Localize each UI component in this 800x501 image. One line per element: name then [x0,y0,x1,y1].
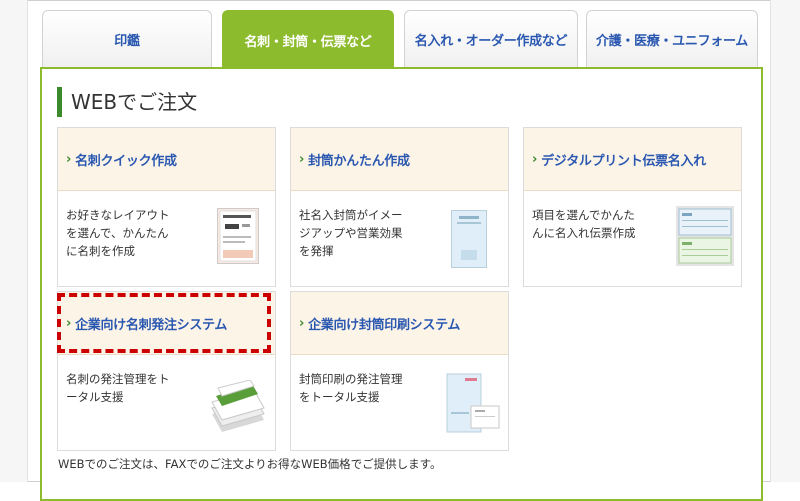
tab-naire-order[interactable]: 名入れ・オーダー作成など [404,10,578,67]
tab-meishi-futo-denpyo[interactable]: 名刺・封筒・伝票など [222,10,394,69]
tab-label: 名刺・封筒・伝票など [244,34,372,50]
card-header[interactable]: › 封筒かんたん作成 [291,128,508,191]
card-description: 社名入封筒がイメー ジアップや営業効果 を発揮 [299,208,403,258]
card-description: 封筒印刷の発注管理 をトータル支援 [299,372,403,404]
card-description: お好きなレイアウト を選んで、かんたん に名刺を作成 [66,208,170,258]
card-header[interactable]: › 名刺クイック作成 [58,128,275,191]
card-title[interactable]: デジタルプリント伝票名入れ [541,150,706,169]
card-title[interactable]: 企業向け封筒印刷システム [308,314,460,333]
card-kigyo-futo-insatsu[interactable]: › 企業向け封筒印刷システム 封筒印刷の発注管理 をトータル支援 [290,291,509,451]
footer-note: WEBでのご注文は、FAXでのご注文よりお得なWEB価格でご提供します。 [58,457,442,471]
tab-label: 印鑑 [114,33,140,49]
chevron-right-icon: › [66,151,72,167]
tab-kaigo-iryo-uniform[interactable]: 介護・医療・ユニフォーム [586,10,758,67]
card-stack-thumbnail [208,379,268,436]
card-digital-print-denpyo[interactable]: › デジタルプリント伝票名入れ 項目を選んでかんた んに名入れ伝票作成 [523,127,742,287]
slip-thumbnail [676,206,734,270]
chevron-right-icon: › [532,151,538,167]
envelope-set-thumbnail [445,372,501,438]
card-header[interactable]: › デジタルプリント伝票名入れ [524,128,741,191]
left-gutter [0,0,28,482]
card-futo-kantan[interactable]: › 封筒かんたん作成 社名入封筒がイメー ジアップや営業効果 を発揮 [290,127,509,287]
right-gutter [770,0,800,482]
highlight-dashed-box [57,293,271,353]
tab-inkan[interactable]: 印鑑 [42,10,212,67]
envelope-thumbnail [451,210,487,272]
tab-label: 介護・医療・ユニフォーム [595,33,748,49]
section-title: WEBでご注文 [57,87,197,117]
tab-label: 名入れ・オーダー作成など [414,33,568,49]
card-description: 名刺の発注管理をト ータル支援 [66,372,170,404]
card-meishi-quick[interactable]: › 名刺クイック作成 お好きなレイアウト を選んで、かんたん に名刺を作成 [57,127,276,287]
card-header[interactable]: › 企業向け封筒印刷システム [291,292,508,355]
business-card-thumbnail [217,208,259,268]
card-title[interactable]: 名刺クイック作成 [75,150,177,169]
chevron-right-icon: › [299,151,305,167]
card-description: 項目を選んでかんた んに名入れ伝票作成 [532,208,636,240]
card-title[interactable]: 封筒かんたん作成 [308,150,410,169]
chevron-right-icon: › [299,315,305,331]
